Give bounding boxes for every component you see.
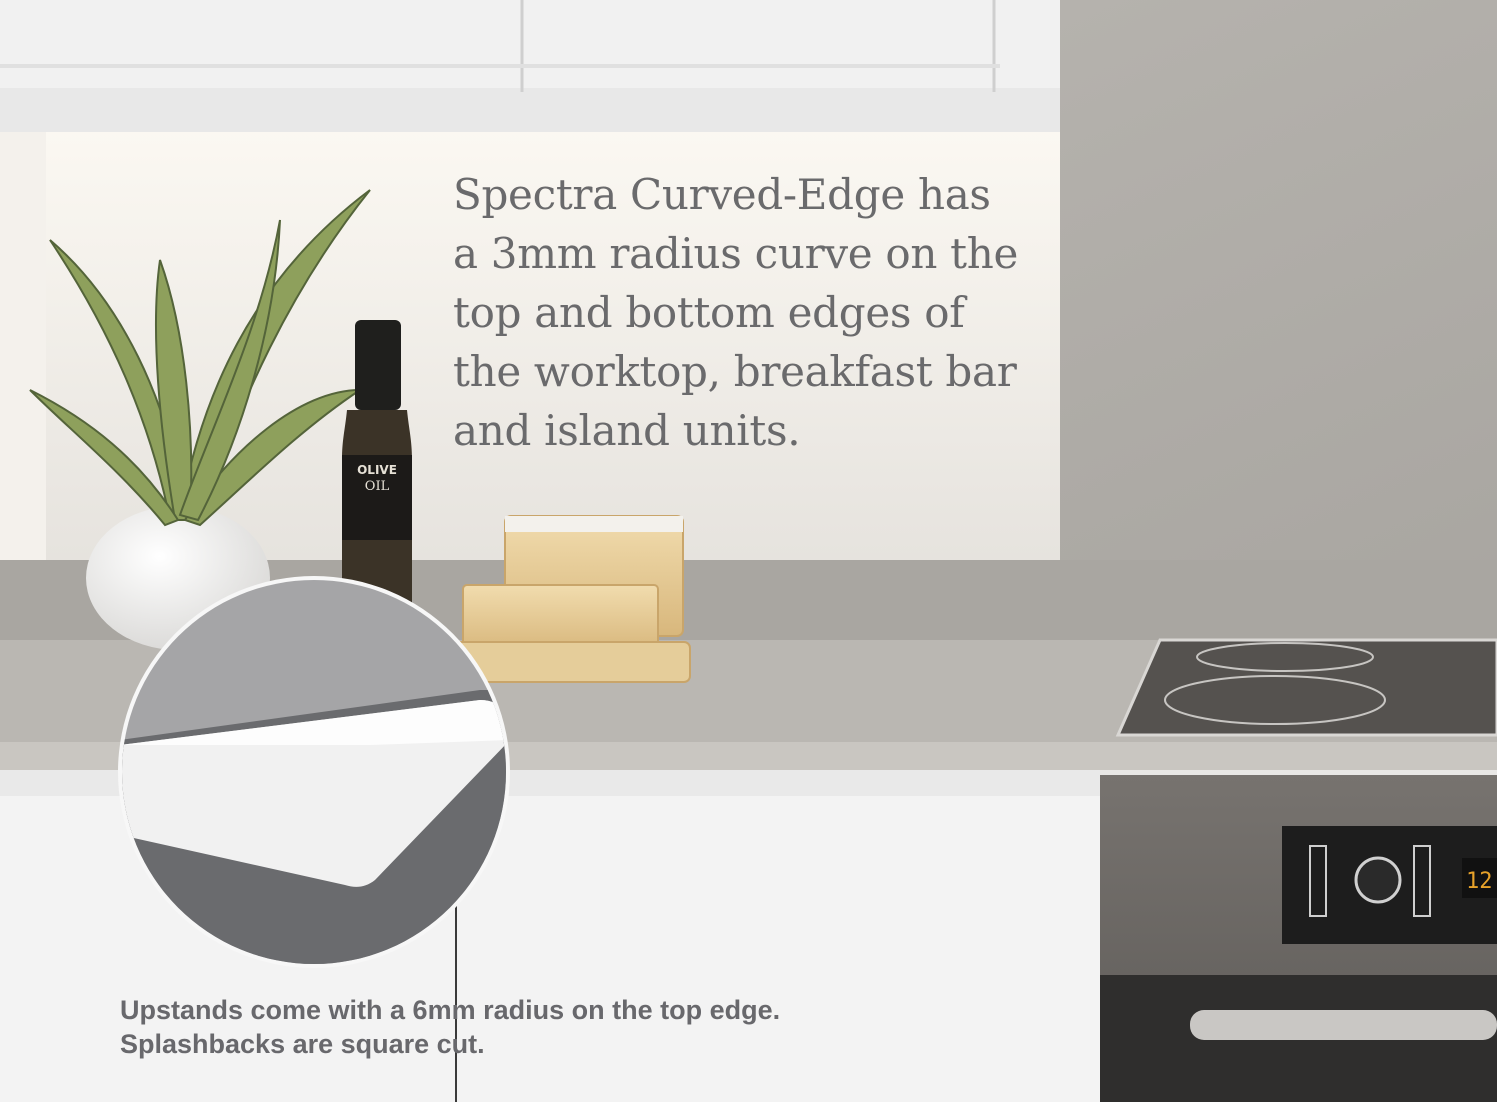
headline-line: top and bottom edges of xyxy=(453,288,965,337)
induction-hob xyxy=(1115,638,1497,737)
headline-line: Spectra Curved-Edge has xyxy=(453,170,991,219)
caption-line: Splashbacks are square cut. xyxy=(120,1029,485,1059)
caption-line: Upstands come with a 6mm radius on the t… xyxy=(120,995,781,1025)
bottle-label-line1: OLIVE xyxy=(357,463,397,477)
headline-line: a 3mm radius curve on the xyxy=(453,229,1019,278)
caption: Upstands come with a 6mm radius on the t… xyxy=(120,993,1020,1061)
bottle-label-line2: OIL xyxy=(365,479,390,494)
oven-control-knob-icon xyxy=(1354,856,1402,904)
headline-line: the worktop, breakfast bar xyxy=(453,347,1017,396)
svg-text:12: 12 xyxy=(1466,869,1493,894)
headline: Spectra Curved-Edge has a 3mm radius cur… xyxy=(453,165,1053,460)
headline-line: and island units. xyxy=(453,406,801,455)
